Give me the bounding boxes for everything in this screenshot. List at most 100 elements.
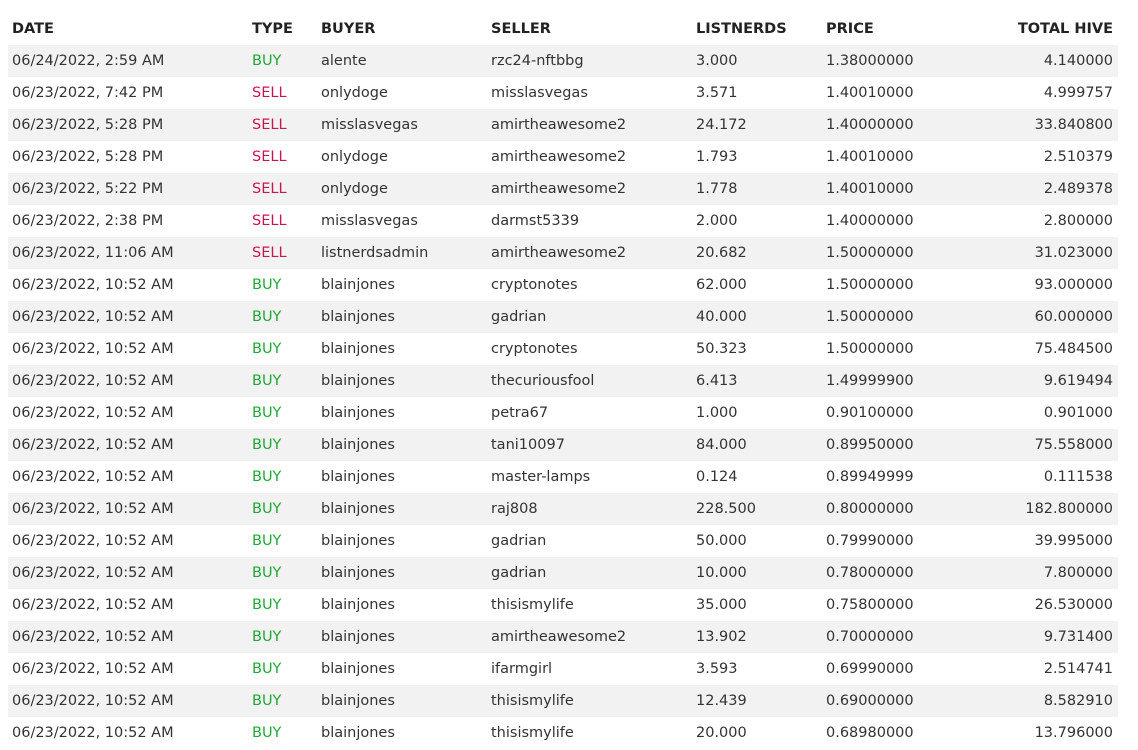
cell-seller: raj808: [491, 501, 538, 517]
cell-listnerds: 24.172: [696, 117, 747, 133]
cell-price: 1.50000000: [826, 309, 914, 325]
cell-type: BUY: [252, 373, 282, 389]
cell-buyer: blainjones: [321, 501, 395, 517]
cell-date: 06/23/2022, 10:52 AM: [12, 629, 174, 645]
cell-price: 1.40010000: [826, 181, 914, 197]
column-header-type[interactable]: TYPE: [248, 14, 317, 45]
table-row: 06/23/2022, 10:52 AM BUY blainjones raj808 2…: [8, 493, 1118, 525]
cell-listnerds: 12.439: [696, 693, 747, 709]
table-row: 06/23/2022, 10:52 AM BUY blainjones master-…: [8, 461, 1118, 493]
cell-date: 06/23/2022, 5:28 PM: [12, 117, 164, 133]
table-row: 06/23/2022, 10:52 AM BUY blainjones tani100…: [8, 429, 1118, 461]
cell-total-hive: 2.510379: [1043, 149, 1113, 165]
cell-buyer: onlydoge: [321, 85, 388, 101]
cell-listnerds: 10.000: [696, 565, 747, 581]
cell-listnerds: 35.000: [696, 597, 747, 613]
cell-buyer: alente: [321, 53, 367, 69]
table-row: 06/23/2022, 10:52 AM BUY blainjones amirthe…: [8, 621, 1118, 653]
table-row: 06/23/2022, 10:52 AM BUY blainjones thecuri…: [8, 365, 1118, 397]
cell-buyer: blainjones: [321, 661, 395, 677]
cell-seller: gadrian: [491, 565, 547, 581]
cell-date: 06/23/2022, 5:28 PM: [12, 149, 164, 165]
cell-buyer: misslasvegas: [321, 213, 418, 229]
cell-type: BUY: [252, 341, 282, 357]
cell-buyer: blainjones: [321, 725, 395, 741]
cell-date: 06/23/2022, 10:52 AM: [12, 309, 174, 325]
cell-seller: thisismylife: [491, 597, 574, 613]
table-row: 06/23/2022, 10:52 AM BUY blainjones thisism…: [8, 685, 1118, 717]
column-header-total-hive[interactable]: TOTAL HIVE: [972, 14, 1118, 45]
table-row: 06/23/2022, 5:28 PM SELL onlydoge amirtheaw…: [8, 141, 1118, 173]
cell-date: 06/23/2022, 2:38 PM: [12, 213, 164, 229]
cell-price: 1.50000000: [826, 245, 914, 261]
cell-total-hive: 39.995000: [1034, 533, 1113, 549]
table-row: 06/23/2022, 10:52 AM BUY blainjones crypton…: [8, 333, 1118, 365]
trade-history-table: DATE TYPE BUYER SELLER LISTNERDS PRICE T…: [8, 14, 1118, 749]
cell-listnerds: 3.571: [696, 85, 738, 101]
cell-type: SELL: [252, 117, 287, 133]
cell-price: 0.69000000: [826, 693, 914, 709]
column-header-listnerds[interactable]: LISTNERDS: [692, 14, 822, 45]
cell-date: 06/23/2022, 11:06 AM: [12, 245, 174, 261]
cell-type: BUY: [252, 661, 282, 677]
cell-price: 1.40000000: [826, 213, 914, 229]
cell-seller: rzc24-nftbbg: [491, 53, 584, 69]
cell-listnerds: 20.682: [696, 245, 747, 261]
table-row: 06/23/2022, 2:38 PM SELL misslasvegas darms…: [8, 205, 1118, 237]
table-row: 06/23/2022, 5:28 PM SELL misslasvegas amirt…: [8, 109, 1118, 141]
cell-listnerds: 62.000: [696, 277, 747, 293]
cell-price: 1.40000000: [826, 117, 914, 133]
cell-price: 0.68980000: [826, 725, 914, 741]
cell-price: 1.40010000: [826, 85, 914, 101]
cell-total-hive: 2.489378: [1043, 181, 1113, 197]
cell-total-hive: 182.800000: [1025, 501, 1113, 517]
column-header-seller[interactable]: SELLER: [487, 14, 692, 45]
column-header-date[interactable]: DATE: [8, 14, 248, 45]
column-header-price[interactable]: PRICE: [822, 14, 972, 45]
cell-date: 06/23/2022, 10:52 AM: [12, 373, 174, 389]
cell-date: 06/23/2022, 5:22 PM: [12, 181, 164, 197]
cell-total-hive: 8.582910: [1043, 693, 1113, 709]
cell-price: 1.40010000: [826, 149, 914, 165]
cell-buyer: blainjones: [321, 597, 395, 613]
cell-total-hive: 4.140000: [1043, 53, 1113, 69]
cell-price: 0.75800000: [826, 597, 914, 613]
table-row: 06/23/2022, 10:52 AM BUY blainjones crypton…: [8, 269, 1118, 301]
cell-total-hive: 60.000000: [1034, 309, 1113, 325]
cell-date: 06/23/2022, 10:52 AM: [12, 501, 174, 517]
cell-price: 1.38000000: [826, 53, 914, 69]
cell-date: 06/23/2022, 10:52 AM: [12, 437, 174, 453]
cell-seller: tani10097: [491, 437, 565, 453]
cell-total-hive: 13.796000: [1034, 725, 1113, 741]
cell-type: BUY: [252, 725, 282, 741]
cell-price: 0.69990000: [826, 661, 914, 677]
cell-buyer: blainjones: [321, 565, 395, 581]
cell-seller: master-lamps: [491, 469, 591, 485]
cell-buyer: blainjones: [321, 309, 395, 325]
column-header-buyer[interactable]: BUYER: [317, 14, 487, 45]
cell-listnerds: 50.323: [696, 341, 747, 357]
cell-date: 06/24/2022, 2:59 AM: [12, 53, 165, 69]
cell-date: 06/23/2022, 10:52 AM: [12, 469, 174, 485]
cell-total-hive: 75.484500: [1034, 341, 1113, 357]
cell-listnerds: 40.000: [696, 309, 747, 325]
cell-buyer: blainjones: [321, 437, 395, 453]
table-row: 06/23/2022, 10:52 AM BUY blainjones thisism…: [8, 589, 1118, 621]
cell-total-hive: 2.514741: [1043, 661, 1113, 677]
cell-total-hive: 0.901000: [1043, 405, 1113, 421]
cell-date: 06/23/2022, 10:52 AM: [12, 597, 174, 613]
cell-type: SELL: [252, 213, 287, 229]
cell-seller: gadrian: [491, 533, 547, 549]
cell-total-hive: 4.999757: [1043, 85, 1113, 101]
cell-total-hive: 0.111538: [1043, 469, 1113, 485]
cell-total-hive: 2.800000: [1043, 213, 1113, 229]
cell-type: BUY: [252, 309, 282, 325]
cell-price: 0.70000000: [826, 629, 914, 645]
cell-seller: amirtheawesome2: [491, 629, 627, 645]
cell-seller: petra67: [491, 405, 549, 421]
cell-seller: thisismylife: [491, 725, 574, 741]
cell-listnerds: 0.124: [696, 469, 738, 485]
cell-seller: cryptonotes: [491, 277, 578, 293]
cell-type: BUY: [252, 533, 282, 549]
cell-type: BUY: [252, 277, 282, 293]
